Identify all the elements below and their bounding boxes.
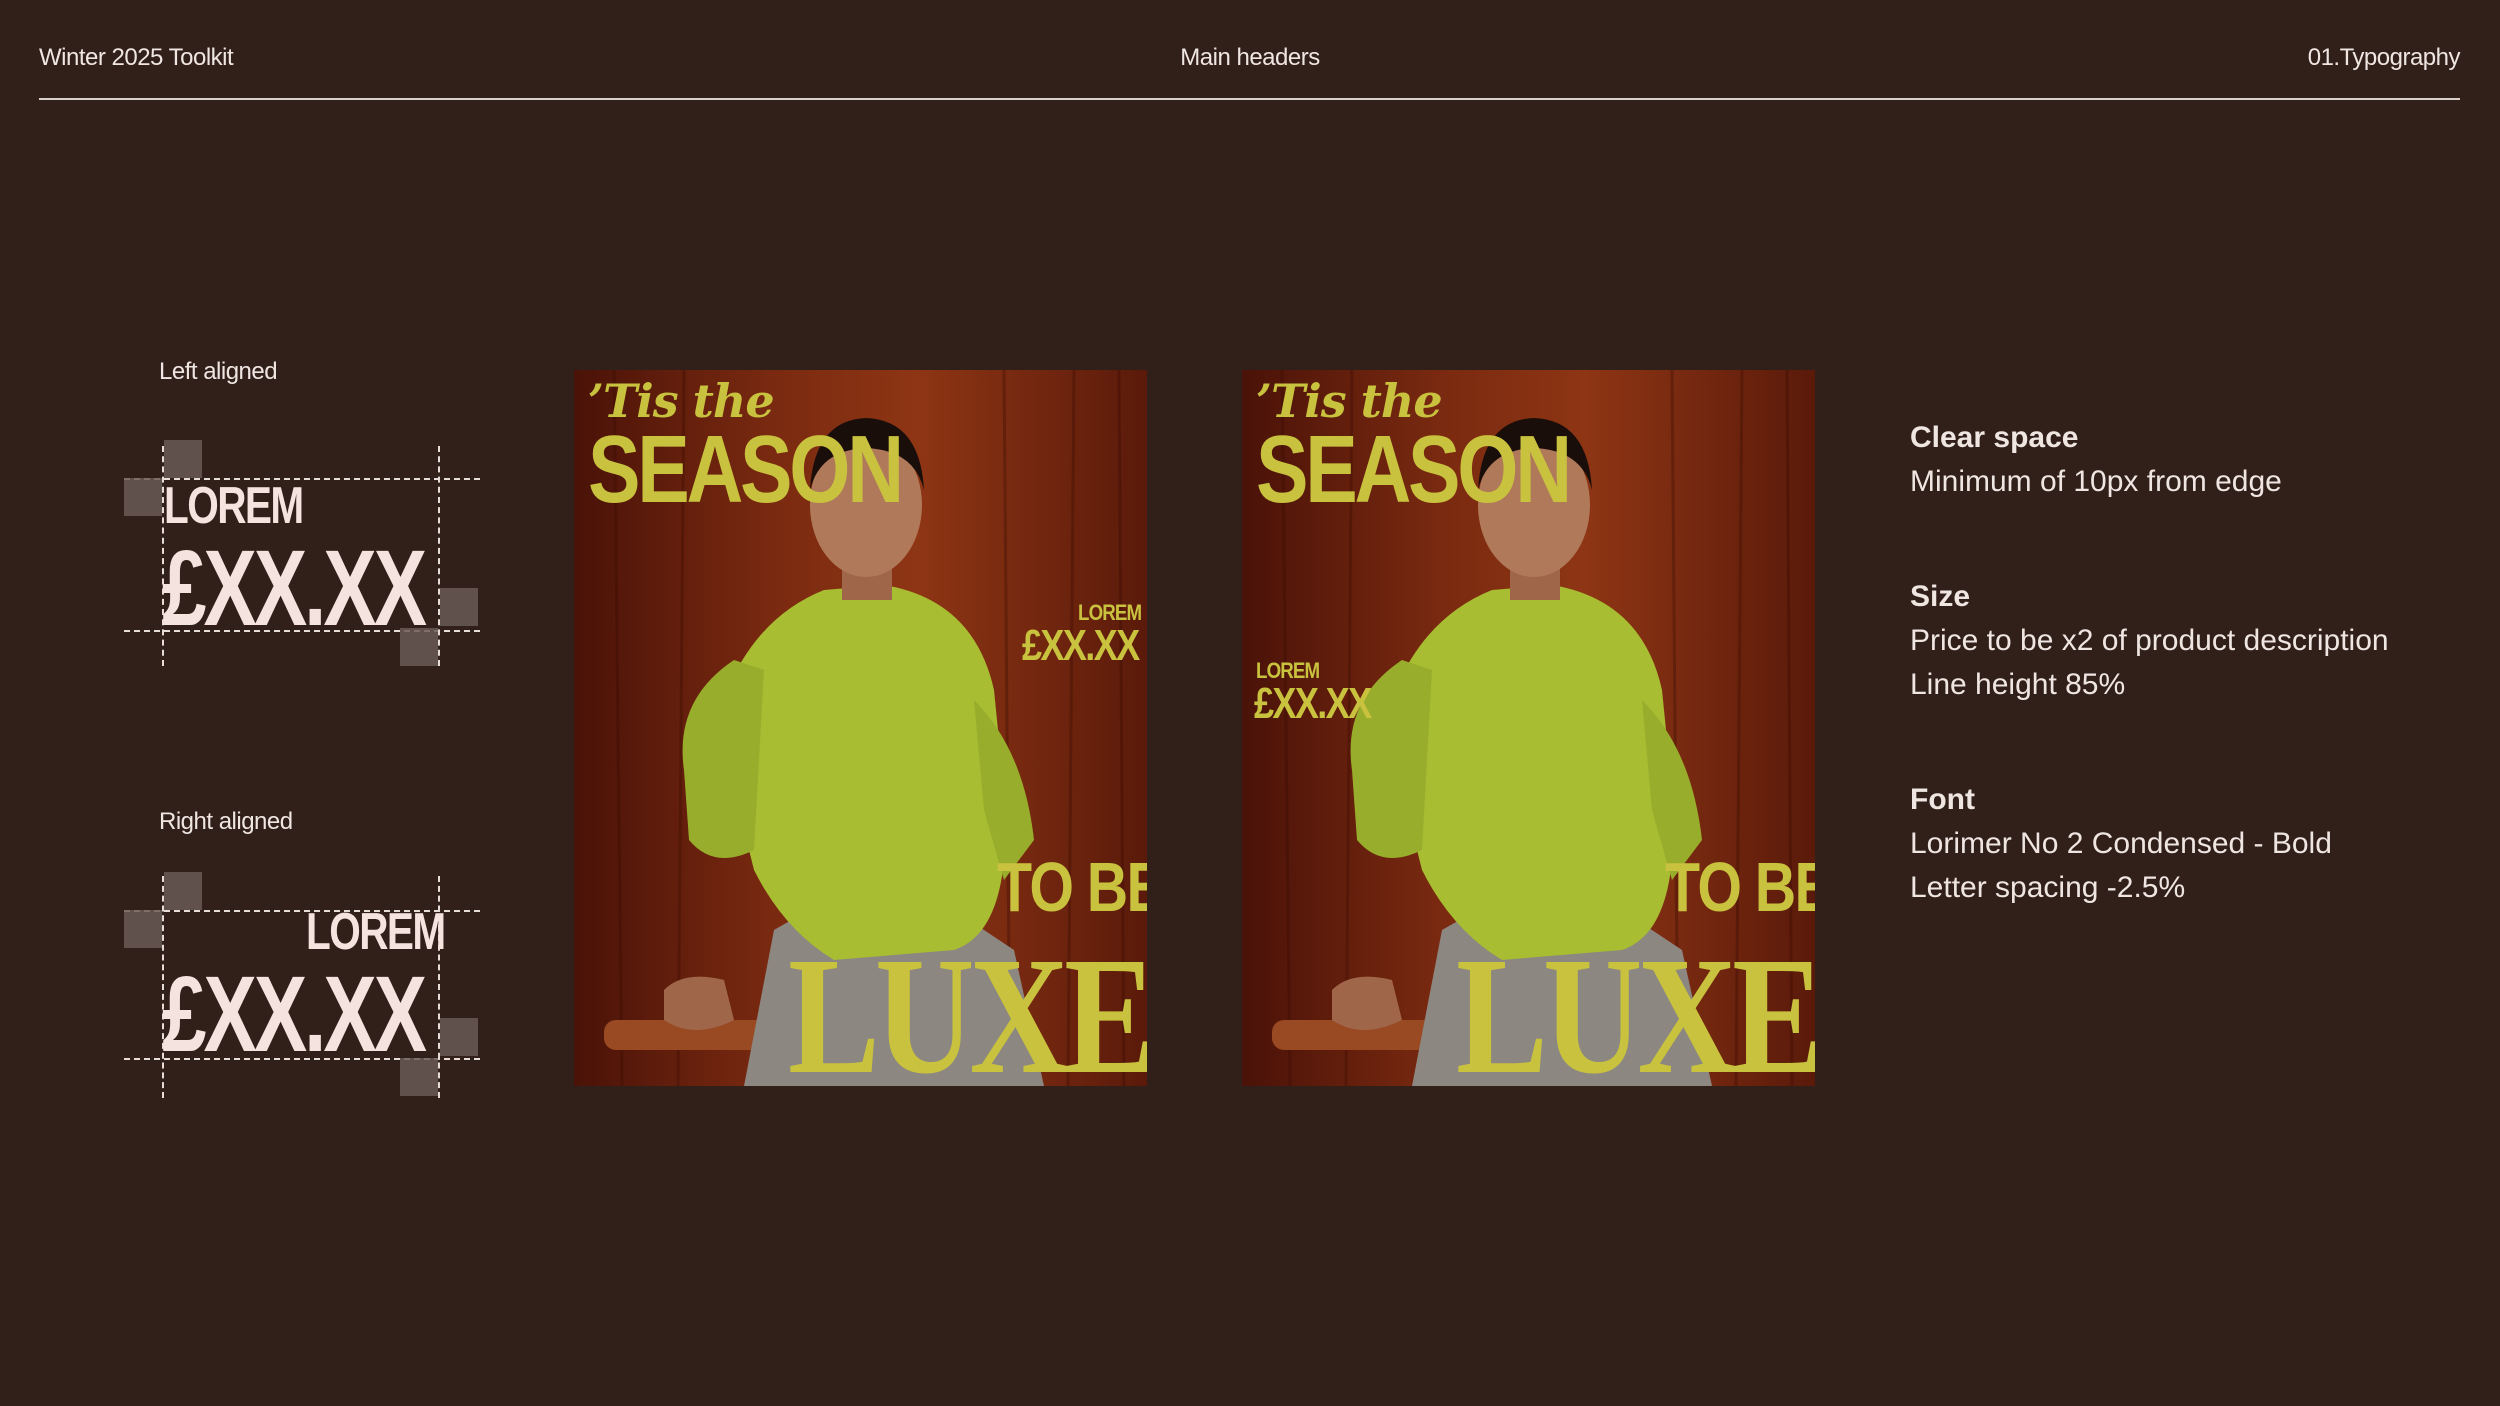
poster-line-to-be: TO BE <box>1665 848 1815 926</box>
poster-price: £XX.XX <box>1254 679 1372 728</box>
clear-space-marker <box>124 478 162 516</box>
font-spec: Font Lorimer No 2 Condensed - Bold Lette… <box>1910 778 2332 910</box>
right-aligned-specimen: LOREM £XX.XX <box>120 870 490 1110</box>
clear-space-marker <box>124 910 162 948</box>
clear-space-marker <box>164 872 202 910</box>
specimen-price: £XX.XX <box>162 527 427 648</box>
font-line: Letter spacing -2.5% <box>1910 871 2186 904</box>
specimen-product-label: LOREM <box>164 477 304 535</box>
poster-line-luxe: LUXE <box>788 923 1147 1086</box>
specimen-product-label: LOREM <box>306 903 446 961</box>
header-divider <box>39 98 2460 100</box>
poster-line-luxe: LUXE <box>1456 923 1815 1086</box>
size-spec: Size Price to be x2 of product descripti… <box>1910 575 2389 707</box>
poster-price: £XX.XX <box>1022 621 1140 670</box>
clear-space-marker <box>164 440 202 478</box>
clear-space-line: Minimum of 10px from edge <box>1910 465 2282 498</box>
size-title: Size <box>1910 580 1971 613</box>
page-number: 01.Typography <box>2307 44 2461 71</box>
poster-headline: SEASON <box>1256 416 1572 523</box>
size-line: Price to be x2 of product description <box>1910 624 2389 657</box>
poster-price-right: ’Tis the SEASON LOREM £XX.XX TO BE LUXE <box>574 370 1147 1086</box>
clear-space-marker <box>440 588 478 626</box>
section-title: Main headers <box>1180 44 1320 71</box>
clear-space-marker <box>440 1018 478 1056</box>
specimen-price: £XX.XX <box>162 953 427 1074</box>
clear-space-title: Clear space <box>1910 421 2079 454</box>
size-line: Line height 85% <box>1910 668 2126 701</box>
left-aligned-specimen: LOREM £XX.XX <box>120 438 490 678</box>
left-aligned-label: Left aligned <box>159 358 278 385</box>
clear-space-guide-right <box>438 446 440 666</box>
font-line: Lorimer No 2 Condensed - Bold <box>1910 827 2332 860</box>
poster-price-left: ’Tis the SEASON LOREM £XX.XX TO BE LUXE <box>1242 370 1815 1086</box>
clear-space-spec: Clear space Minimum of 10px from edge <box>1910 416 2282 504</box>
font-title: Font <box>1910 783 1975 816</box>
poster-headline: SEASON <box>588 416 904 523</box>
right-aligned-label: Right aligned <box>159 808 293 835</box>
poster-line-to-be: TO BE <box>997 848 1147 926</box>
